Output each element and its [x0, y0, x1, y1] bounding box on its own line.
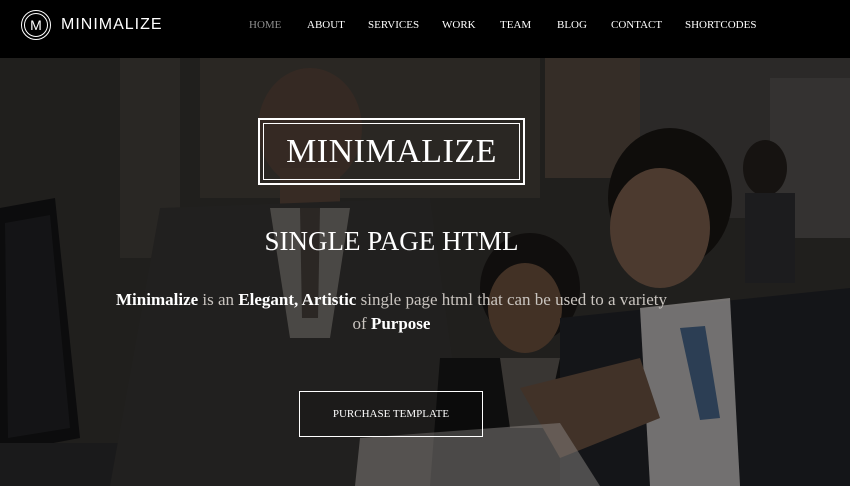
navbar: M MINIMALIZE HOME ABOUT SERVICES WORK TE… [0, 0, 850, 58]
nav-item-blog[interactable]: BLOG [557, 19, 587, 31]
nav-item-team[interactable]: TEAM [500, 19, 531, 31]
nav-item-services[interactable]: SERVICES [368, 19, 419, 31]
nav-item-home[interactable]: HOME [249, 19, 281, 31]
nav-item-about[interactable]: ABOUT [307, 19, 345, 31]
nav-item-work[interactable]: WORK [442, 19, 476, 31]
purchase-template-button[interactable]: PURCHASE TEMPLATE [299, 391, 483, 437]
hero-desc-text-1: is an [198, 290, 239, 309]
hero-desc-brand: Minimalize [116, 290, 199, 309]
hero-desc-purpose: Purpose [370, 314, 431, 333]
page: M MINIMALIZE HOME ABOUT SERVICES WORK TE… [0, 0, 850, 486]
hero-title-box: MINIMALIZE [258, 118, 525, 185]
hero-subtitle: SINGLE PAGE HTML [264, 226, 519, 256]
hero-section: MINIMALIZE SINGLE PAGE HTML Minimalize i… [0, 58, 850, 486]
hero-description: Minimalize is an Elegant, Artistic singl… [110, 288, 673, 336]
hero-title: MINIMALIZE [286, 132, 497, 170]
hero-desc-keywords: Elegant, Artistic [238, 290, 357, 309]
nav-menu: HOME ABOUT SERVICES WORK TEAM BLOG CONTA… [0, 19, 850, 35]
nav-item-shortcodes[interactable]: SHORTCODES [685, 19, 756, 31]
nav-item-contact[interactable]: CONTACT [611, 19, 662, 31]
